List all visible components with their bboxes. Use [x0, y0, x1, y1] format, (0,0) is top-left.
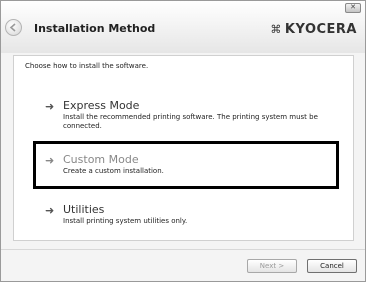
- kyocera-logo-icon: ⌘: [270, 23, 282, 36]
- footer-divider: [1, 249, 365, 250]
- instruction-text: Choose how to install the software.: [25, 62, 149, 70]
- close-button[interactable]: ✕: [345, 3, 361, 13]
- arrow-right-icon: ➜: [45, 100, 55, 113]
- back-button[interactable]: [5, 19, 22, 36]
- kyocera-logo: ⌘ KYOCERA: [270, 22, 357, 37]
- cancel-button[interactable]: Cancel: [307, 259, 357, 273]
- page-title: Installation Method: [34, 22, 156, 35]
- installer-window: Installation Method ⌘ KYOCERA ✕ Choose ho…: [0, 0, 366, 282]
- option-description: Install the recommended printing softwar…: [63, 113, 318, 130]
- brand-name: KYOCERA: [284, 22, 357, 37]
- option-title: Utilities: [63, 203, 105, 216]
- option-title: Express Mode: [63, 99, 140, 112]
- option-description: Install printing system utilities only.: [63, 217, 188, 225]
- back-arrow-icon: [9, 23, 16, 32]
- arrow-right-icon: ➜: [45, 204, 55, 217]
- highlight-box: [33, 141, 339, 189]
- next-button[interactable]: Next >: [247, 259, 297, 273]
- header-bar: Installation Method ⌘ KYOCERA: [1, 1, 365, 53]
